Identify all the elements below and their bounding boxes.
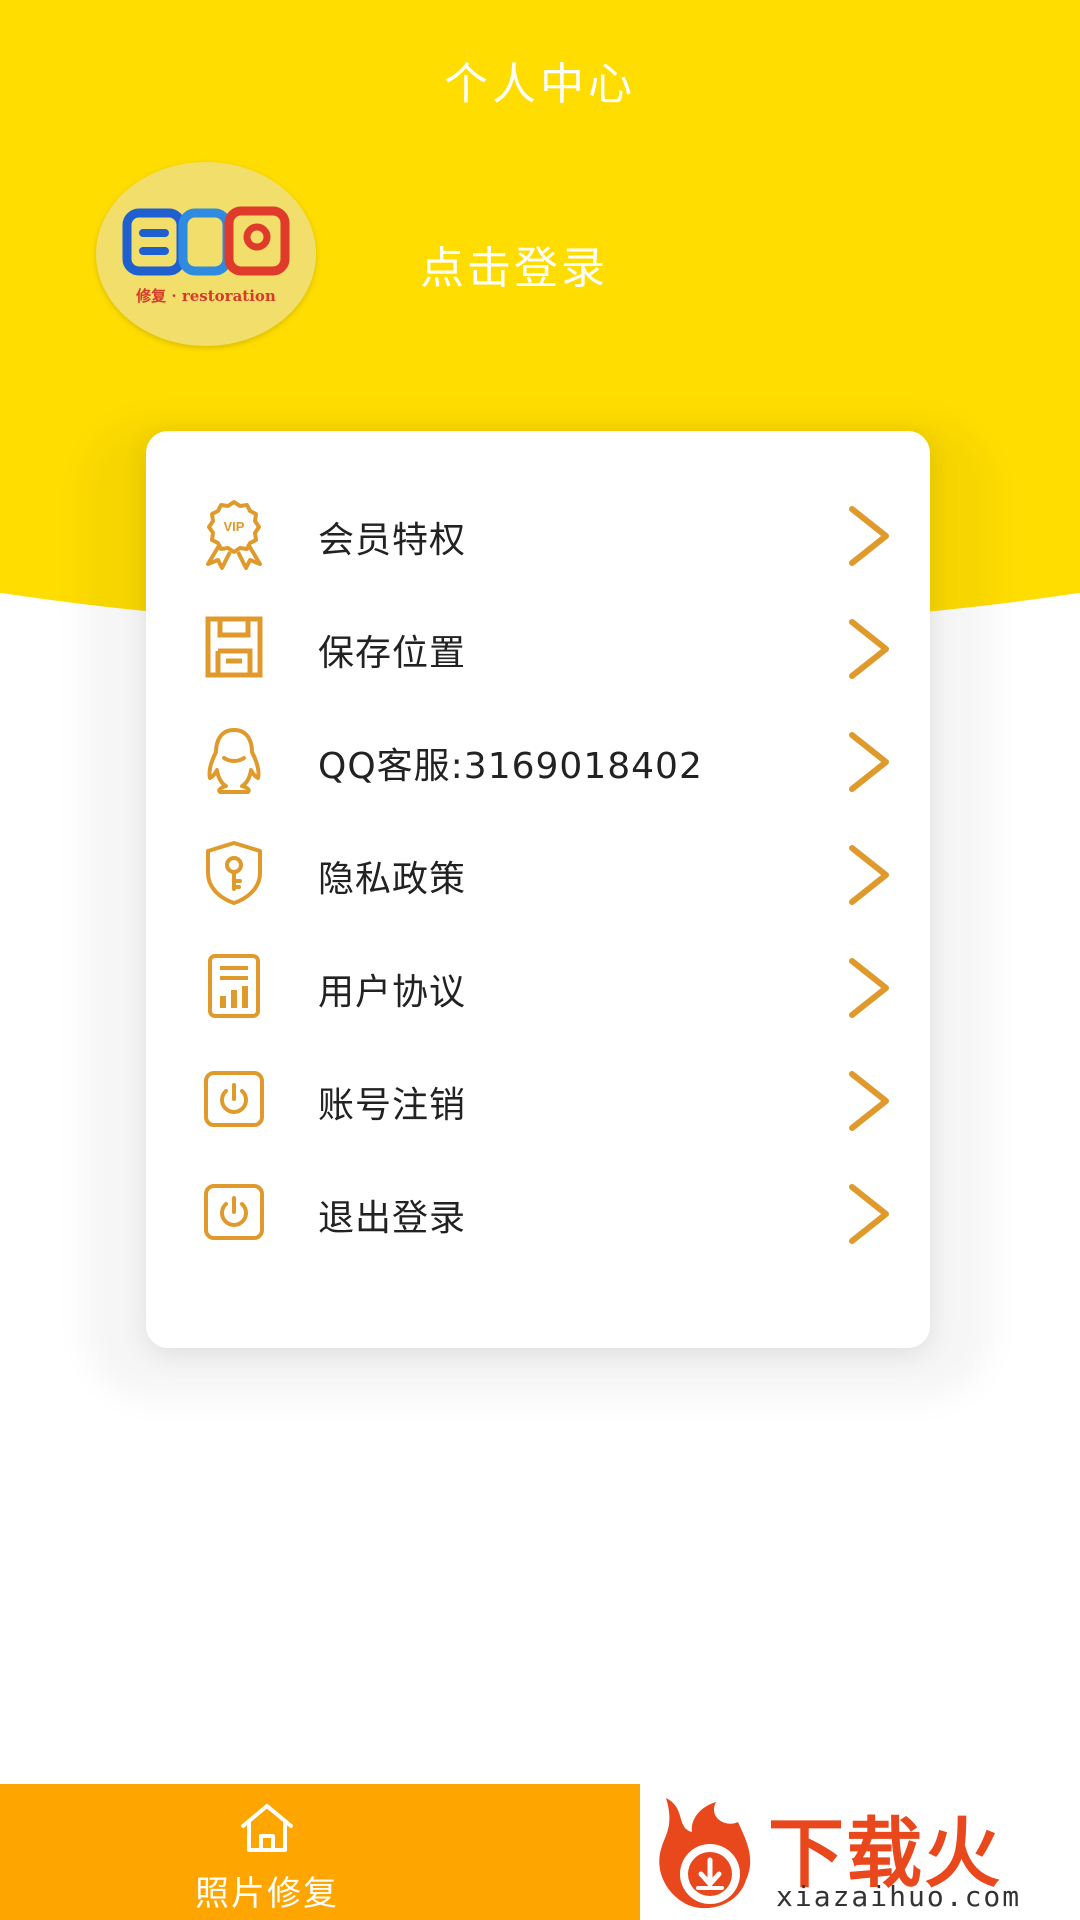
- chevron-right-icon: [849, 845, 889, 905]
- chevron-right-icon: [849, 506, 889, 566]
- floppy-disk-icon: [205, 616, 263, 678]
- menu-item-label: 退出登录: [318, 1198, 467, 1239]
- tab-photo-restore[interactable]: 照片修复: [174, 1784, 360, 1920]
- menu-item-label: 会员特权: [318, 520, 467, 561]
- login-prompt[interactable]: 点击登录: [420, 232, 608, 296]
- chevron-right-icon: [849, 619, 889, 679]
- shield-key-icon: [206, 841, 262, 905]
- home-icon: [241, 1804, 293, 1852]
- menu-item-vip[interactable]: VIP 会员特权: [146, 483, 930, 583]
- chevron-right-icon: [849, 1184, 889, 1244]
- menu-item-user-agreement[interactable]: 用户协议: [146, 935, 930, 1035]
- power-icon: [204, 1071, 264, 1127]
- menu-item-logout[interactable]: 退出登录: [146, 1161, 930, 1261]
- vip-badge-icon: VIP: [206, 500, 262, 570]
- document-chart-icon: [208, 954, 260, 1018]
- watermark-url: xiazaihuo.com: [776, 1880, 1022, 1913]
- menu-item-save-location[interactable]: 保存位置: [146, 596, 930, 696]
- avatar[interactable]: 修复 · restoration: [96, 162, 316, 346]
- menu-card: VIP 会员特权 保存位置 QQ客服:3169018402 隐私政策 用户协议 …: [146, 431, 930, 1348]
- svg-text:VIP: VIP: [224, 519, 245, 534]
- qq-penguin-icon: [207, 728, 261, 794]
- page-title: 个人中心: [444, 59, 636, 110]
- menu-item-label: 隐私政策: [318, 859, 467, 900]
- chevron-right-icon: [849, 732, 889, 792]
- menu-item-qq-service[interactable]: QQ客服:3169018402: [146, 709, 930, 809]
- chevron-right-icon: [849, 958, 889, 1018]
- app-logo-icon: [122, 206, 290, 275]
- flame-logo-icon: [659, 1798, 751, 1909]
- menu-item-label: QQ客服:3169018402: [318, 746, 703, 787]
- tab-label: 照片修复: [195, 1874, 339, 1914]
- watermark: 下载火 xiazaihuo.com: [640, 1784, 1080, 1920]
- power-icon: [204, 1184, 264, 1240]
- chevron-right-icon: [849, 1071, 889, 1131]
- avatar-caption: 修复 · restoration: [136, 286, 276, 305]
- menu-item-label: 账号注销: [318, 1085, 467, 1126]
- menu-item-label: 用户协议: [318, 972, 467, 1013]
- menu-item-label: 保存位置: [318, 633, 467, 674]
- menu-item-account-cancel[interactable]: 账号注销: [146, 1048, 930, 1148]
- menu-item-privacy-policy[interactable]: 隐私政策: [146, 822, 930, 922]
